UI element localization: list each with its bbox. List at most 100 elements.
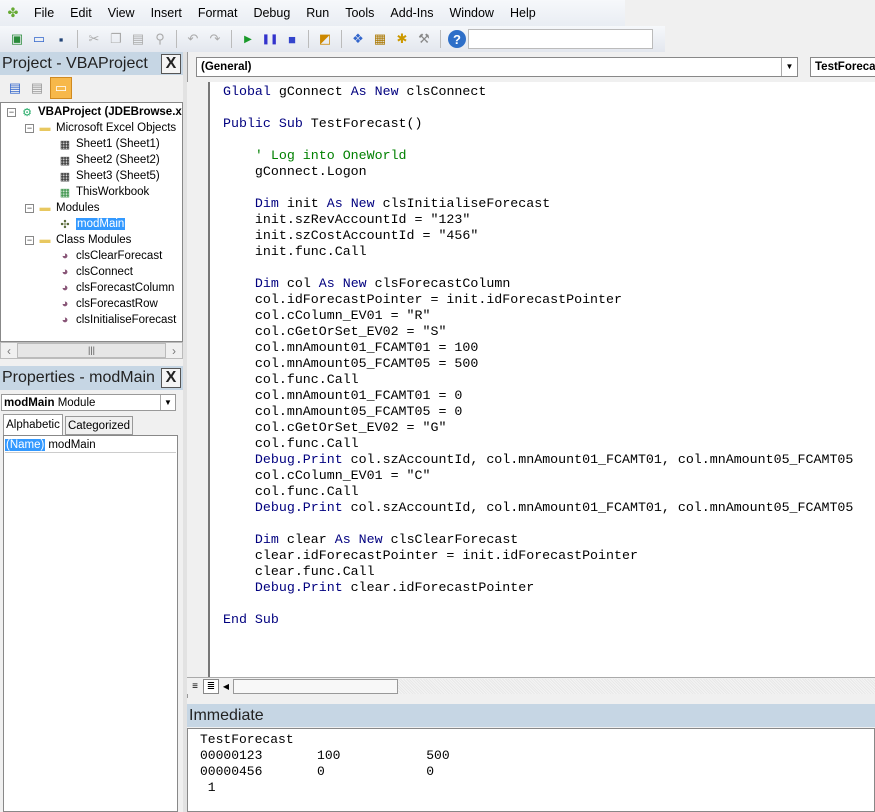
tree-item[interactable]: ▦ ThisWorkbook xyxy=(57,184,150,200)
tree-item[interactable]: ▬ Class Modules xyxy=(37,232,132,248)
tree-item[interactable]: ▦ Sheet2 (Sheet2) xyxy=(57,152,160,168)
menu-addins[interactable]: Add-Ins xyxy=(382,6,441,20)
tree-item-label: Modules xyxy=(56,202,100,214)
code-text: col.mnAmount01_FCAMT01 = 100 xyxy=(223,340,479,355)
menu-debug[interactable]: Debug xyxy=(245,6,298,20)
tree-item[interactable]: ▬ Modules xyxy=(37,200,100,216)
code-line: Dim col As New clsForecastColumn xyxy=(223,276,510,292)
redo-icon[interactable]: ↷ xyxy=(206,30,224,48)
collapse-toggle[interactable]: − xyxy=(25,204,34,213)
code-line: init.func.Call xyxy=(223,244,367,260)
close-project-explorer-button[interactable]: X xyxy=(161,53,181,74)
code-line: Debug.Print col.szAccountId, col.mnAmoun… xyxy=(223,452,853,468)
toolbar-separator xyxy=(440,30,441,48)
tree-item[interactable]: ✣ modMain xyxy=(57,216,126,232)
keyword: As New xyxy=(350,84,399,99)
menu-format[interactable]: Format xyxy=(190,6,246,20)
menu-run[interactable]: Run xyxy=(298,6,337,20)
workbook-icon: ▦ xyxy=(59,186,71,199)
menu-bar: ✤ File Edit View Insert Format Debug Run Tools A… xyxy=(0,0,625,26)
save-icon[interactable]: ▪ xyxy=(52,30,70,48)
scroll-right-icon[interactable]: › xyxy=(166,344,182,358)
help-icon[interactable]: ? xyxy=(448,30,466,48)
tree-item[interactable]: ◕ clsConnect xyxy=(57,264,133,280)
object-combo[interactable]: (General) ▼ xyxy=(196,57,798,77)
folder-icon: ▬ xyxy=(39,202,51,214)
scroll-left-icon[interactable]: ◀ xyxy=(219,679,233,694)
toolbar-search-box[interactable] xyxy=(468,29,653,49)
chevron-down-icon[interactable]: ▼ xyxy=(160,395,175,410)
code-text: col.szAccountId, col.mnAmount01_FCAMT01,… xyxy=(342,500,854,515)
procedure-view-icon[interactable]: ≡ xyxy=(187,679,203,694)
copy-icon[interactable]: ❐ xyxy=(107,30,125,48)
code-text: gConnect.Logon xyxy=(223,164,367,179)
collapse-toggle[interactable]: − xyxy=(7,108,16,117)
folder-icon: ▬ xyxy=(39,234,51,246)
chevron-down-icon[interactable]: ▼ xyxy=(781,58,797,76)
undo-icon[interactable]: ↶ xyxy=(184,30,202,48)
tree-item[interactable]: ▦ Sheet1 (Sheet1) xyxy=(57,136,160,152)
immediate-output-line: 00000123 100 500 xyxy=(200,748,450,763)
code-line: col.func.Call xyxy=(223,484,359,500)
cut-icon[interactable]: ✂ xyxy=(85,30,103,48)
margin-indicator-bar[interactable] xyxy=(187,82,210,678)
view-object-icon[interactable]: ▤ xyxy=(28,79,46,97)
toolbox-icon[interactable]: ⚒ xyxy=(415,30,433,48)
tree-item[interactable]: ▬ Microsoft Excel Objects xyxy=(37,120,177,136)
run-icon[interactable]: ▶ xyxy=(239,30,257,48)
code-text: col.mnAmount05_FCAMT05 = 0 xyxy=(223,404,463,419)
property-value[interactable]: modMain xyxy=(45,439,95,451)
tree-item[interactable]: ◕ clsForecastRow xyxy=(57,296,158,312)
code-line: col.idForecastPointer = init.idForecastP… xyxy=(223,292,622,308)
menu-help[interactable]: Help xyxy=(502,6,544,20)
object-browser-icon[interactable]: ✱ xyxy=(393,30,411,48)
code-horizontal-scrollbar[interactable] xyxy=(233,678,398,694)
tree-item[interactable]: ⚙ VBAProject (JDEBrowse.x xyxy=(19,104,182,120)
menu-view[interactable]: View xyxy=(100,6,143,20)
property-row[interactable]: (Name) modMain xyxy=(5,437,176,453)
toggle-folders-icon[interactable]: ▭ xyxy=(50,77,72,99)
tree-item[interactable]: ◕ clsInitialiseForecast xyxy=(57,312,177,328)
keyword: End Sub xyxy=(223,612,279,627)
code-text: TestForecast() xyxy=(302,116,423,131)
tree-item[interactable]: ◕ clsClearForecast xyxy=(57,248,163,264)
project-tree-horizontal-scrollbar[interactable]: ‹ ||| › xyxy=(0,342,183,359)
tree-item[interactable]: ▦ Sheet3 (Sheet5) xyxy=(57,168,160,184)
insert-userform-icon[interactable]: ▭ xyxy=(30,30,48,48)
full-module-view-icon[interactable]: ≣ xyxy=(203,678,219,694)
tab-alphabetic[interactable]: Alphabetic xyxy=(3,414,63,435)
menu-tools[interactable]: Tools xyxy=(337,6,382,20)
excel-icon[interactable]: ▣ xyxy=(8,30,26,48)
menu-file[interactable]: File xyxy=(26,6,62,20)
tree-item[interactable]: ◕ clsForecastColumn xyxy=(57,280,175,296)
menu-window[interactable]: Window xyxy=(442,6,502,20)
reset-icon[interactable]: ■ xyxy=(283,30,301,48)
project-explorer-title: Project - VBAProject xyxy=(2,54,148,72)
menu-edit[interactable]: Edit xyxy=(62,6,100,20)
procedure-combo[interactable]: TestForecast xyxy=(810,57,875,77)
immediate-window[interactable]: TestForecast 00000123 100 500 00000456 0 0… xyxy=(187,728,875,812)
scroll-left-icon[interactable]: ‹ xyxy=(1,344,17,358)
close-properties-button[interactable]: X xyxy=(161,368,181,388)
find-icon[interactable]: ⚲ xyxy=(151,30,169,48)
project-explorer-icon[interactable]: ❖ xyxy=(349,30,367,48)
design-mode-icon[interactable]: ◩ xyxy=(316,30,334,48)
code-editor[interactable]: Global gConnect As New clsConnect Public … xyxy=(210,82,875,678)
view-code-icon[interactable]: ▤ xyxy=(6,79,24,97)
scroll-thumb[interactable]: ||| xyxy=(17,343,166,358)
collapse-toggle[interactable]: − xyxy=(25,236,34,245)
code-text: col.func.Call xyxy=(223,436,359,451)
code-line: col.func.Call xyxy=(223,372,359,388)
code-text: col.szAccountId, col.mnAmount01_FCAMT01,… xyxy=(342,452,854,467)
keyword: Dim xyxy=(254,276,279,291)
toolbar-separator xyxy=(341,30,342,48)
paste-icon[interactable]: ▤ xyxy=(129,30,147,48)
properties-object-dropdown[interactable]: modMain Module ▼ xyxy=(1,394,176,411)
menu-insert[interactable]: Insert xyxy=(143,6,190,20)
break-icon[interactable]: ❚❚ xyxy=(261,30,279,48)
tab-categorized[interactable]: Categorized xyxy=(65,416,133,435)
code-line: col.mnAmount05_FCAMT05 = 500 xyxy=(223,356,478,372)
collapse-toggle[interactable]: − xyxy=(25,124,34,133)
properties-icon[interactable]: ▦ xyxy=(371,30,389,48)
